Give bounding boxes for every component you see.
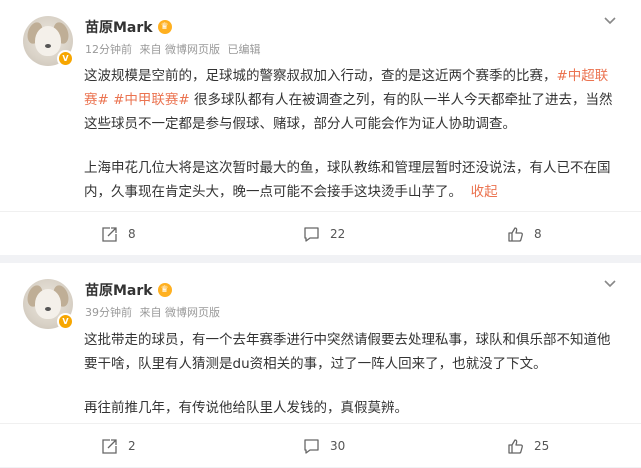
post-meta: 12分钟前 来自 微博网页版 已编辑 xyxy=(85,41,265,57)
username[interactable]: 苗原Mark xyxy=(85,280,153,300)
crown-icon: ♛ xyxy=(157,20,172,34)
like-icon xyxy=(508,438,523,454)
post-time[interactable]: 39分钟前 xyxy=(85,306,132,319)
post-text: 上海申花几位大将是这次暂时最大的鱼，球队教练和管理层暂时还没说法，有人已不在国内… xyxy=(84,160,611,200)
repost-button[interactable]: 2 xyxy=(101,424,136,468)
comment-button[interactable]: 22 xyxy=(303,212,345,256)
action-bar: 8 22 8 xyxy=(0,211,641,255)
edited-label[interactable]: 已编辑 xyxy=(228,43,261,56)
weibo-post-card: V 苗原Mark ♛ 39分钟前 来自 微博网页版 这批带走的球员，有一个去年赛… xyxy=(0,263,641,467)
action-bar: 2 30 25 xyxy=(0,423,641,467)
repost-count: 2 xyxy=(128,439,136,453)
verified-badge-icon: V xyxy=(57,50,74,67)
comment-icon xyxy=(304,438,319,454)
comment-count: 22 xyxy=(330,227,346,241)
username[interactable]: 苗原Mark xyxy=(85,17,153,37)
comment-count: 30 xyxy=(330,439,346,453)
like-icon xyxy=(508,226,523,242)
verified-badge-icon: V xyxy=(57,313,74,330)
comment-icon xyxy=(304,226,319,242)
repost-icon xyxy=(102,438,117,454)
post-source: 来自 微博网页版 xyxy=(139,43,221,56)
repost-button[interactable]: 8 xyxy=(101,212,136,256)
post-text: 再往前推几年，有传说他给队里人发钱的，真假莫辨。 xyxy=(84,400,408,416)
like-count: 8 xyxy=(534,227,542,241)
chevron-down-icon[interactable] xyxy=(603,14,617,28)
chevron-down-icon[interactable] xyxy=(603,277,617,291)
hashtag-link[interactable]: #中甲联赛# xyxy=(113,92,190,108)
like-button[interactable]: 25 xyxy=(507,424,549,468)
crown-icon: ♛ xyxy=(157,283,172,297)
repost-icon xyxy=(102,226,117,242)
like-button[interactable]: 8 xyxy=(507,212,542,256)
comment-button[interactable]: 30 xyxy=(303,424,345,468)
post-time[interactable]: 12分钟前 xyxy=(85,43,132,56)
post-content: 这批带走的球员，有一个去年赛季进行中突然请假要去处理私事，球队和俱乐部不知道他要… xyxy=(84,328,619,420)
post-content: 这波规模是空前的，足球城的警察叔叔加入行动，查的是这近两个赛季的比赛，#中超联赛… xyxy=(84,64,619,204)
post-text: 这波规模是空前的，足球城的警察叔叔加入行动，查的是这近两个赛季的比赛， xyxy=(84,68,557,84)
collapse-link[interactable]: 收起 xyxy=(471,184,498,200)
weibo-post-card: V 苗原Mark ♛ 12分钟前 来自 微博网页版 已编辑 这波规模是空前的，足… xyxy=(0,0,641,255)
repost-count: 8 xyxy=(128,227,136,241)
post-text: 这批带走的球员，有一个去年赛季进行中突然请假要去处理私事，球队和俱乐部不知道他要… xyxy=(84,332,611,372)
like-count: 25 xyxy=(534,439,550,453)
post-meta: 39分钟前 来自 微博网页版 xyxy=(85,304,224,320)
post-source: 来自 微博网页版 xyxy=(139,306,221,319)
